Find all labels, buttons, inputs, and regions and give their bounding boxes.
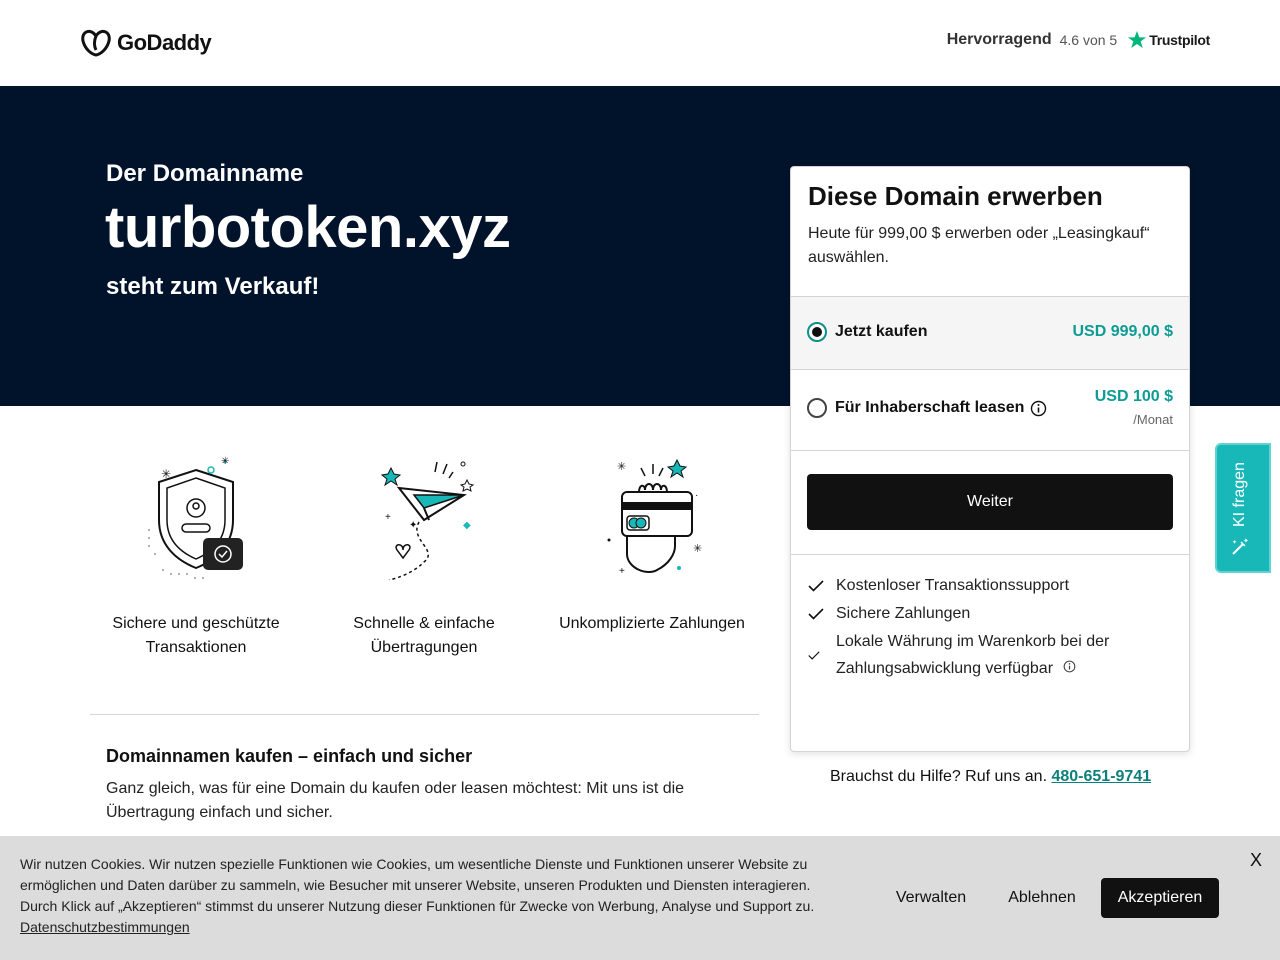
svg-text:✦: ✦ [1243, 537, 1249, 545]
privacy-policy-link[interactable]: Datenschutzbestimmungen [20, 919, 190, 935]
trustpilot-star-icon [1128, 31, 1147, 48]
svg-text:✳: ✳ [617, 461, 626, 473]
domain-name: turbotoken.xyz [105, 195, 511, 260]
card-payment-icon: ✳ ✳ + · [607, 458, 702, 577]
phone-link[interactable]: 480-651-9741 [1051, 768, 1151, 785]
cookie-text: Wir nutzen Cookies. Wir nutzen spezielle… [20, 856, 815, 914]
ki-tab-content: ✦ ✦ KI fragen [1230, 462, 1250, 557]
svg-text:✦: ✦ [1232, 539, 1237, 546]
trustpilot-label: Trustpilot [1149, 32, 1210, 48]
lease-radio[interactable] [807, 398, 827, 418]
decline-cookies-button[interactable]: Ablehnen [994, 878, 1090, 918]
ki-fragen-tab[interactable]: ✦ ✦ KI fragen [1215, 443, 1271, 573]
ki-tab-label: KI fragen [1231, 462, 1248, 527]
svg-text:·: · [695, 490, 698, 501]
feature-label: Schnelle & einfache Übertragungen [353, 615, 495, 656]
info-heading: Domainnamen kaufen – einfach und sicher [106, 746, 473, 766]
cookie-text-block: Wir nutzen Cookies. Wir nutzen spezielle… [20, 854, 820, 938]
option-price: USD 100 $ [1094, 388, 1173, 405]
cookie-banner: Wir nutzen Cookies. Wir nutzen spezielle… [0, 836, 1280, 960]
shield-icon: ✳ ✳ [148, 456, 243, 579]
rating-score: 4.6 von 5 [1059, 32, 1118, 48]
feature-label: Unkomplizierte Zahlungen [559, 615, 745, 632]
svg-text:◆: ◆ [463, 520, 471, 531]
benefit-text-wrap: Lokale Währung im Warenkorb bei der Zahl… [836, 628, 1136, 682]
feature-payments: ✳ ✳ + · Unkomplizierte Zahlungen [538, 450, 766, 636]
feature-label: Sichere und geschützte Transaktionen [112, 615, 280, 656]
option-label: Für Inhaberschaft leasen [835, 399, 1025, 416]
hero-subtitle: Der Domainname [106, 160, 304, 187]
feature-secure: ✳ ✳ Sichere und geschützte Transaktionen [82, 450, 310, 660]
paper-plane-icon: + ✦ ◆ [380, 461, 475, 580]
option-buy-now[interactable]: Jetzt kaufen USD 999,00 $ [791, 296, 1189, 369]
check-icon [808, 628, 826, 682]
help-text: Brauchst du Hilfe? Ruf uns an. [830, 768, 1048, 785]
info-icon[interactable] [1030, 400, 1047, 417]
svg-text:+: + [619, 566, 625, 577]
svg-text:✳: ✳ [221, 456, 229, 467]
svg-text:+: + [385, 512, 391, 523]
help-line: Brauchst du Hilfe? Ruf uns an. 480-651-9… [830, 768, 1151, 786]
accept-cookies-button[interactable]: Akzeptieren [1101, 878, 1219, 918]
close-icon[interactable]: X [1250, 850, 1262, 871]
site-header: GoDaddy Hervorragend 4.6 von 5 Trustpilo… [0, 0, 1280, 86]
benefit-text: Sichere Zahlungen [836, 605, 971, 622]
trustpilot-rating[interactable]: Hervorragend 4.6 von 5 Trustpilot [947, 30, 1210, 50]
option-lease[interactable]: Für Inhaberschaft leasen USD 100 $ /Mona… [791, 369, 1189, 451]
svg-text:✳: ✳ [693, 543, 702, 555]
section-divider [90, 714, 759, 715]
card-title: Diese Domain erwerben [808, 181, 1103, 211]
check-icon [808, 572, 826, 599]
benefit-text: Kostenloser Transaktionssupport [836, 577, 1070, 594]
godaddy-logo[interactable]: GoDaddy [81, 29, 212, 57]
card-separator [791, 554, 1189, 555]
card-description: Heute für 999,00 $ erwerben oder „Leasin… [808, 225, 1150, 266]
svg-text:✦: ✦ [409, 520, 417, 531]
option-label: Jetzt kaufen [835, 323, 928, 340]
svg-text:✳: ✳ [161, 467, 171, 481]
info-text: Ganz gleich, was für eine Domain du kauf… [106, 780, 685, 821]
option-label-wrap: Für Inhaberschaft leasen [835, 399, 1047, 417]
benefit-item: Sichere Zahlungen [808, 600, 970, 627]
check-icon [808, 600, 826, 627]
magic-wand-icon: ✦ ✦ [1232, 537, 1249, 555]
option-price: USD 999,00 $ [1072, 323, 1173, 340]
purchase-card: Diese Domain erwerben Heute für 999,00 $… [790, 166, 1190, 752]
feature-transfer: + ✦ ◆ Schnelle & einfache Übertragungen [310, 450, 538, 660]
for-sale-text: steht zum Verkauf! [106, 273, 320, 300]
benefit-item: Lokale Währung im Warenkorb bei der Zahl… [808, 628, 1168, 682]
benefit-item: Kostenloser Transaktionssupport [808, 572, 1069, 599]
rating-word: Hervorragend [946, 31, 1052, 48]
option-period: /Monat [1133, 412, 1173, 427]
continue-button[interactable]: Weiter [807, 474, 1173, 530]
godaddy-logo-icon [81, 29, 111, 57]
buy-now-radio[interactable] [807, 322, 827, 342]
manage-cookies-button[interactable]: Verwalten [880, 878, 982, 918]
logo-text: GoDaddy [117, 30, 212, 55]
info-icon[interactable] [1063, 660, 1076, 673]
